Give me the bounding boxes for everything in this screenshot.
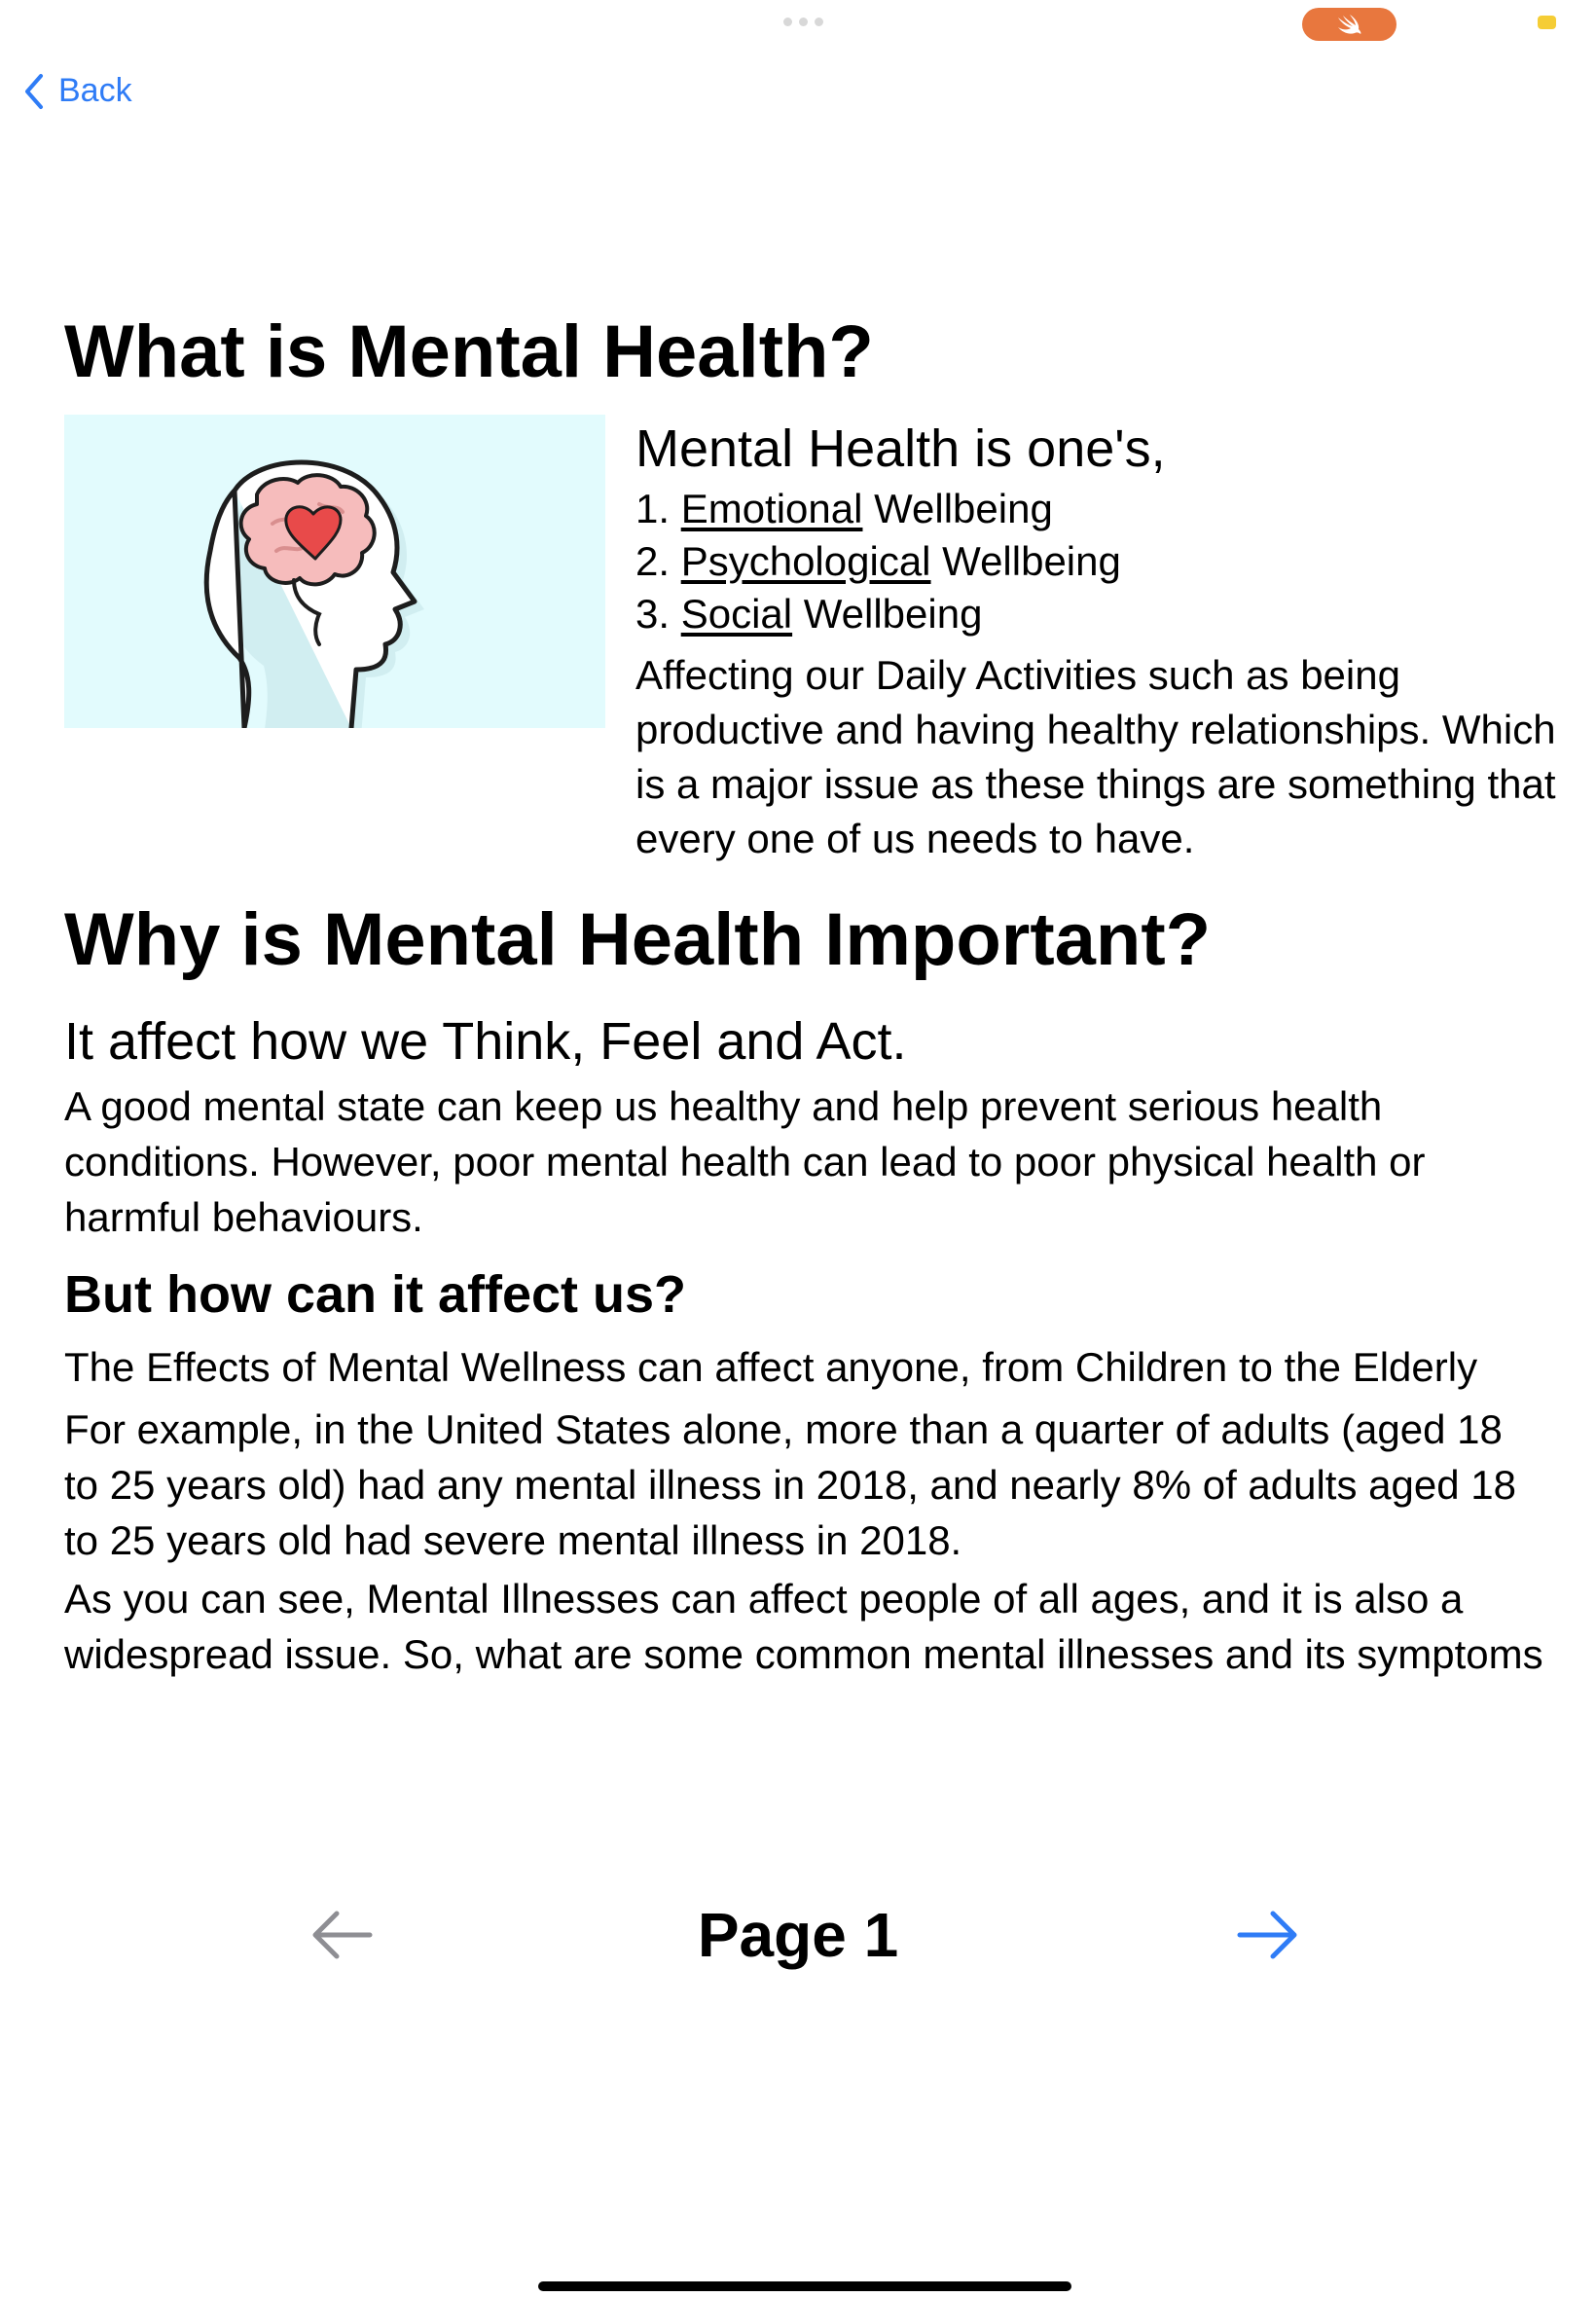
dot bbox=[799, 18, 808, 26]
importance-paragraph: A good mental state can keep us healthy … bbox=[64, 1083, 1426, 1240]
subsection-title: But how can it affect us? bbox=[64, 1265, 687, 1324]
next-page-button[interactable] bbox=[1236, 1910, 1300, 1965]
mental-health-illustration bbox=[64, 415, 605, 728]
section-title: What is Mental Health? bbox=[64, 310, 874, 393]
swift-icon bbox=[1337, 15, 1360, 34]
example-paragraph: For example, in the United States alone,… bbox=[64, 1406, 1516, 1563]
page-navigation: Page 1 bbox=[0, 1892, 1596, 1980]
section-lead: It affect how we Think, Feel and Act. bbox=[64, 1012, 907, 1071]
conclusion-paragraph: As you can see, Mental Illnesses can aff… bbox=[64, 1576, 1543, 1677]
back-button[interactable]: Back bbox=[23, 72, 132, 110]
list-rest: Wellbeing bbox=[862, 486, 1053, 531]
definition-lead: Mental Health is one's, bbox=[635, 419, 1166, 478]
section-title: Why is Mental Health Important? bbox=[64, 898, 1212, 981]
multitasking-dots[interactable] bbox=[783, 18, 823, 26]
page-number-label: Page 1 bbox=[697, 1900, 899, 1970]
effects-paragraph: The Effects of Mental Wellness can affec… bbox=[64, 1344, 1478, 1390]
dot bbox=[783, 18, 792, 26]
list-item: 1. Emotional Wellbeing bbox=[635, 483, 1560, 535]
swift-playground-badge[interactable] bbox=[1302, 8, 1396, 41]
list-item: 2. Psychological Wellbeing bbox=[635, 535, 1560, 588]
underlined-term: Social bbox=[680, 591, 793, 637]
underlined-term: Psychological bbox=[680, 538, 931, 584]
list-number: 1. bbox=[635, 486, 671, 531]
head-brain-heart-icon bbox=[203, 459, 424, 728]
list-rest: Wellbeing bbox=[930, 538, 1121, 584]
definition-block: Mental Health is one's, 1. Emotional Wel… bbox=[635, 415, 1560, 866]
home-indicator[interactable] bbox=[538, 2281, 1071, 2291]
list-rest: Wellbeing bbox=[792, 591, 983, 637]
list-item: 3. Social Wellbeing bbox=[635, 588, 1560, 640]
dot bbox=[815, 18, 823, 26]
chevron-left-icon bbox=[25, 73, 43, 109]
underlined-term: Emotional bbox=[680, 486, 863, 531]
arrow-right-icon bbox=[1237, 1911, 1297, 1959]
list-number: 3. bbox=[635, 591, 671, 637]
status-indicator bbox=[1538, 16, 1556, 29]
list-number: 2. bbox=[635, 538, 671, 584]
back-label: Back bbox=[58, 72, 132, 109]
definition-paragraph: Affecting our Daily Activities such as b… bbox=[635, 652, 1556, 861]
